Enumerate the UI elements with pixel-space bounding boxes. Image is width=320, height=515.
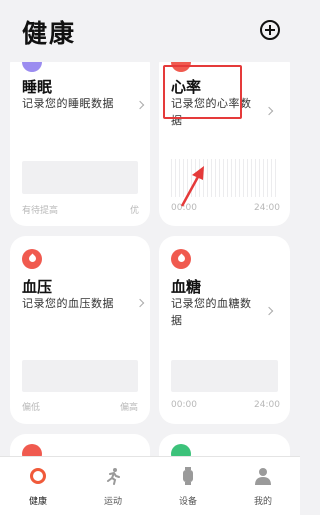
app-header: 健康	[0, 0, 300, 62]
sleep-chart-placeholder	[22, 161, 138, 194]
blood-sugar-axis-left: 00:00	[171, 400, 197, 410]
blood-sugar-axis-right: 24:00	[254, 400, 280, 410]
sleep-card-title: 睡眠	[22, 78, 53, 96]
blood-sugar-chart-placeholder	[171, 360, 278, 392]
tab-health-label: 健康	[28, 497, 47, 507]
sleep-axis-right: 优	[130, 206, 140, 216]
blood-pressure-card-subtitle: 记录您的血压数据	[22, 297, 114, 310]
tab-exercise-label: 运动	[103, 497, 122, 507]
blood-pressure-chart-placeholder	[22, 360, 138, 392]
tab-device[interactable]: 设备	[158, 457, 218, 515]
blood-pressure-card[interactable]: 血压 记录您的血压数据 偏低 偏高	[10, 236, 150, 424]
blood-sugar-card-subtitle-2: 据	[171, 314, 183, 327]
blood-pressure-axis-left: 偏低	[22, 403, 41, 413]
tab-profile[interactable]: 我的	[233, 457, 293, 515]
blood-pressure-card-title: 血压	[22, 278, 53, 296]
running-icon	[107, 468, 120, 485]
tab-health[interactable]: 健康	[8, 457, 68, 515]
blood-pressure-icon	[22, 249, 42, 269]
blood-sugar-card-title: 血糖	[171, 278, 202, 296]
blood-pressure-axis-right: 偏高	[120, 403, 139, 413]
sleep-card[interactable]: 睡眠 记录您的睡眠数据 有待提高 优	[10, 48, 150, 226]
tab-profile-label: 我的	[253, 497, 272, 507]
watch-icon	[183, 467, 193, 485]
tab-device-label: 设备	[178, 497, 197, 507]
sleep-card-subtitle: 记录您的睡眠数据	[22, 97, 114, 110]
health-ring-icon	[30, 468, 46, 484]
tab-exercise[interactable]: 运动	[83, 457, 143, 515]
blood-sugar-card-subtitle-1: 记录您的血糖数	[171, 297, 252, 310]
heart-rate-axis-right: 24:00	[254, 203, 280, 213]
chevron-right-icon	[135, 100, 145, 110]
pointer-arrow-icon	[180, 166, 204, 207]
page-title: 健康	[22, 19, 77, 48]
chevron-right-icon	[135, 298, 145, 308]
bottom-tab-bar: 健康 运动 设备 我的	[0, 456, 300, 515]
chevron-right-icon	[264, 306, 274, 316]
blood-sugar-icon	[171, 249, 191, 269]
blood-sugar-card[interactable]: 血糖 记录您的血糖数 据 00:00 24:00	[159, 236, 290, 424]
highlight-annotation	[163, 65, 242, 119]
chevron-right-icon	[264, 106, 274, 116]
add-icon[interactable]	[260, 20, 280, 40]
sleep-axis-left: 有待提高	[22, 206, 59, 216]
person-icon	[255, 468, 271, 485]
